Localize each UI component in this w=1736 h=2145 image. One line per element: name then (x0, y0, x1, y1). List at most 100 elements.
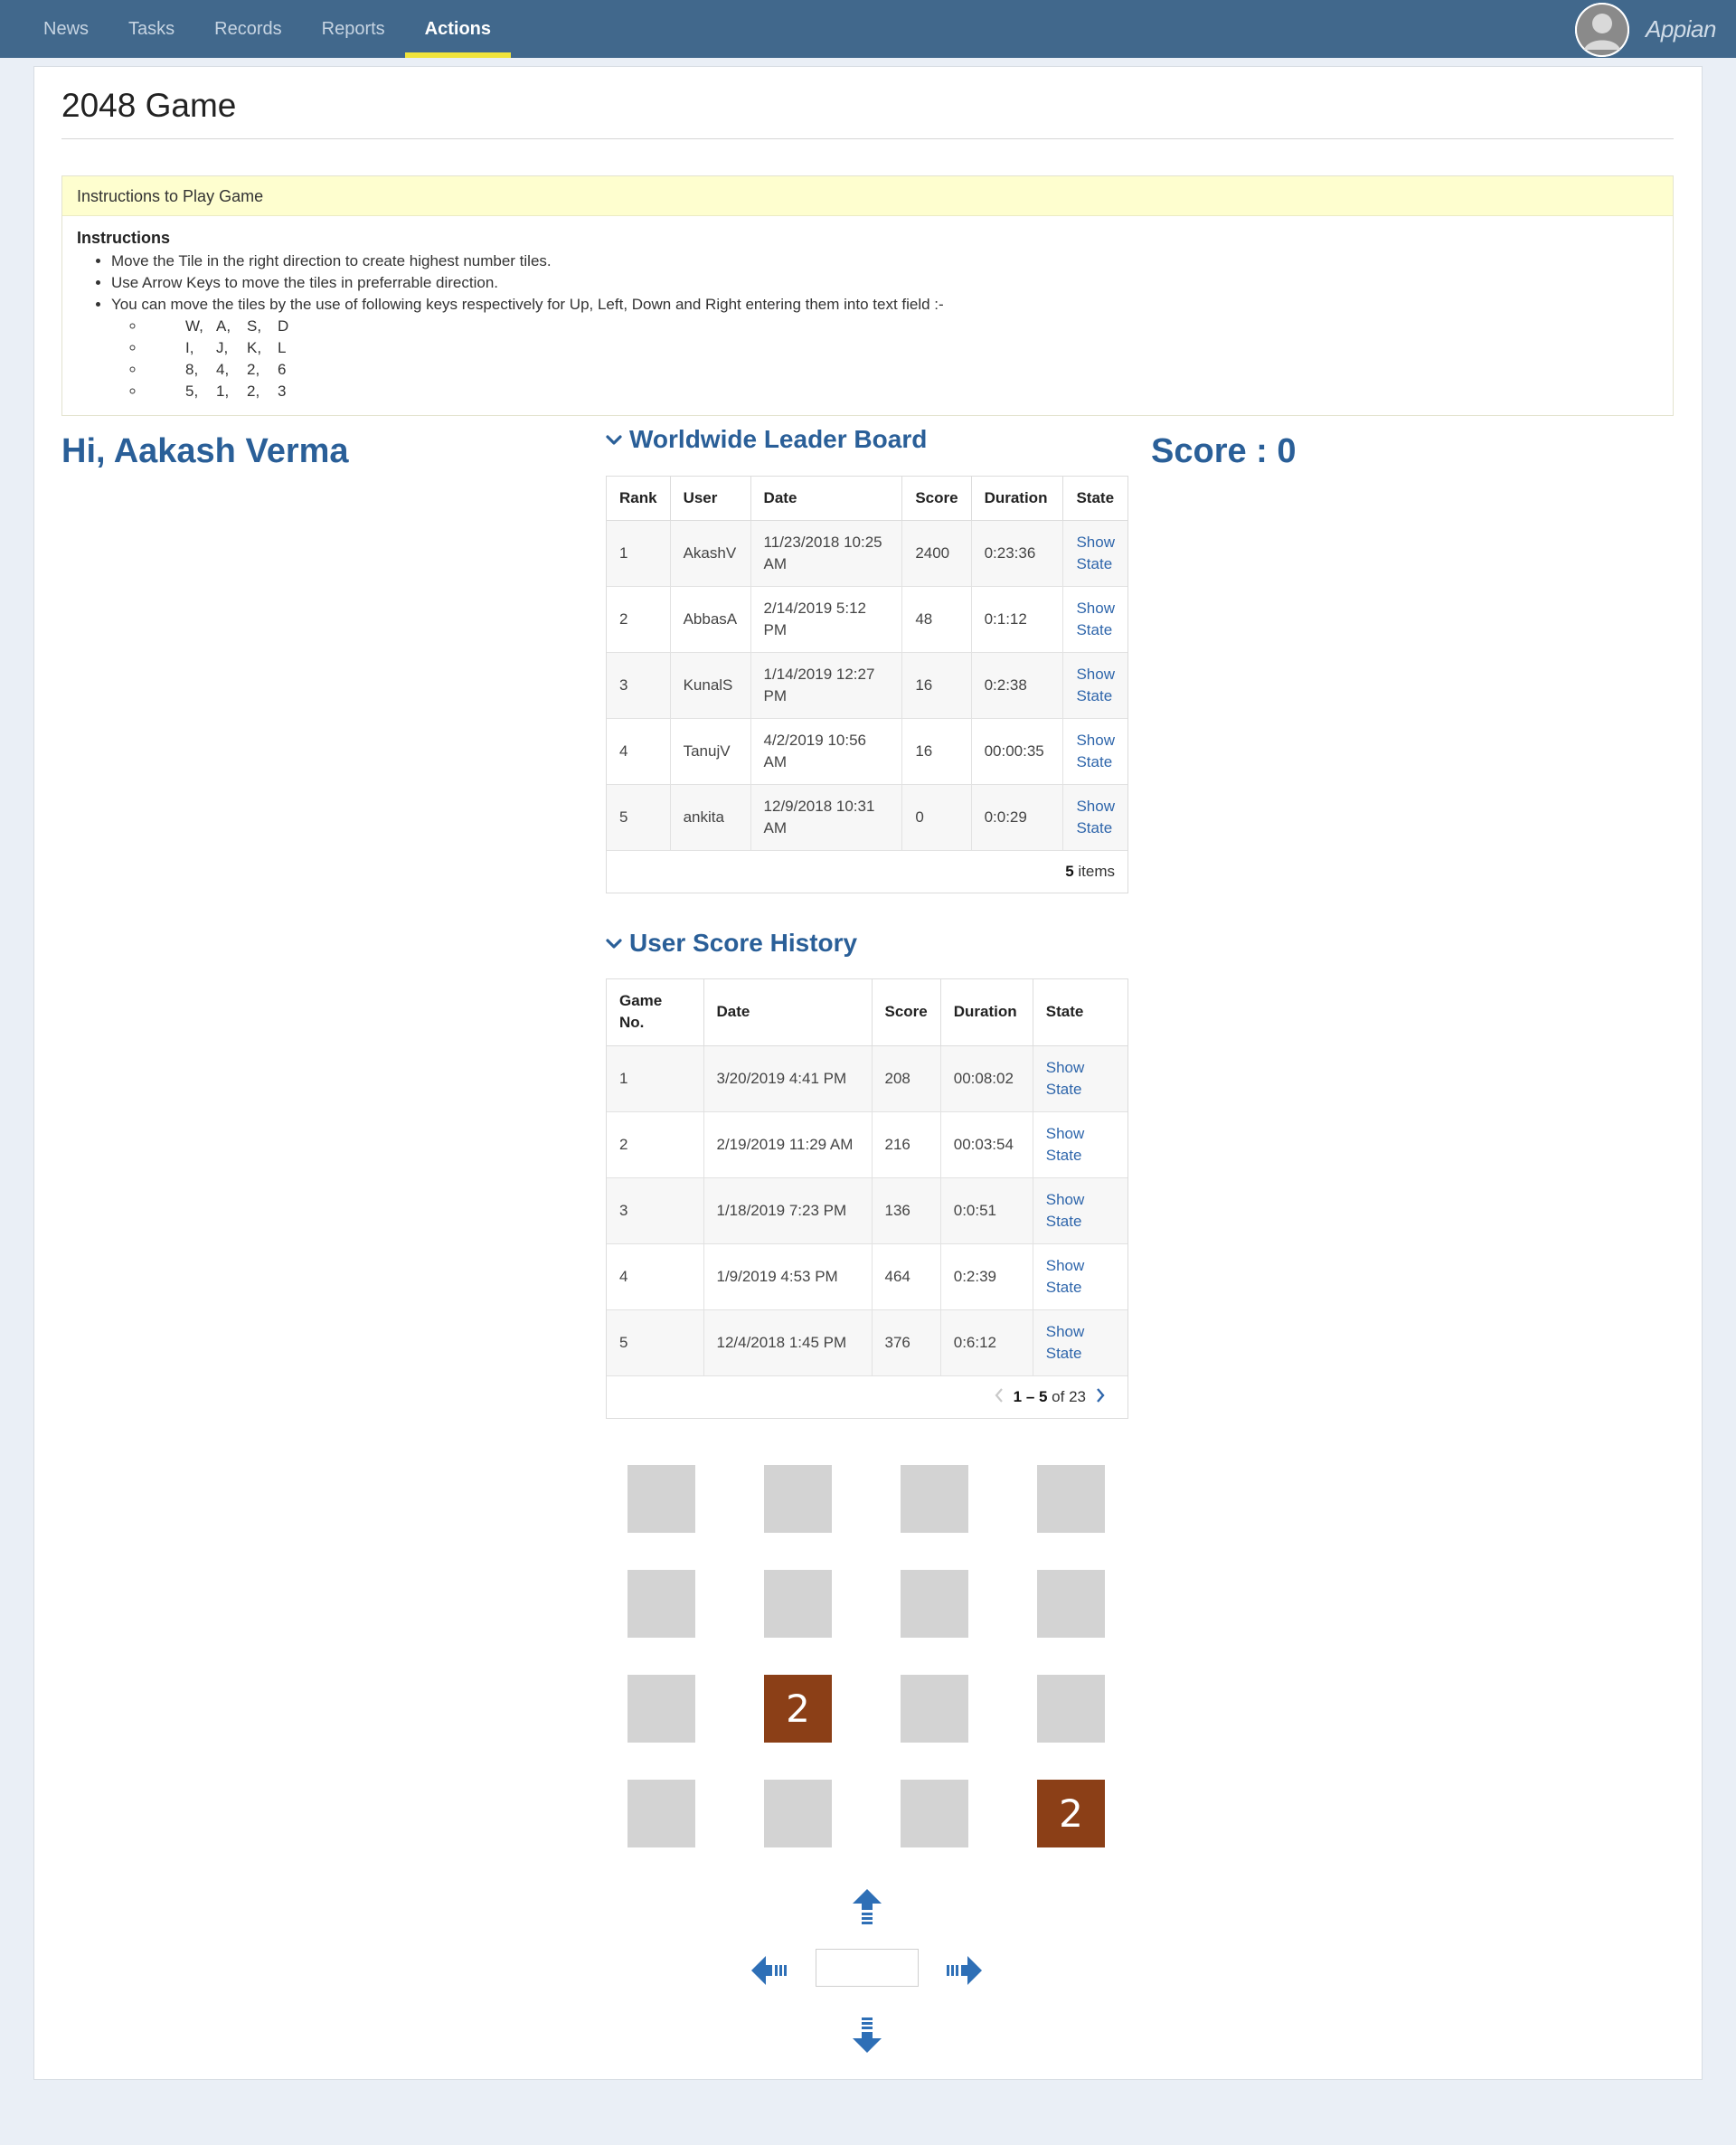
cell-duration: 0:23:36 (971, 520, 1064, 587)
cell-score: 16 (901, 718, 972, 785)
item-count-label: items (1073, 862, 1115, 880)
user-greeting: Hi, Aakash Verma (61, 432, 349, 470)
pager-total: of 23 (1047, 1387, 1086, 1405)
column-header-date[interactable]: Date (703, 979, 873, 1046)
instruction-item: Move the Tile in the right direction to … (111, 250, 1658, 272)
cell-rank: 4 (607, 718, 671, 785)
board-tile (901, 1570, 968, 1638)
history-pager: 1 – 5 of 23 (607, 1376, 1127, 1418)
cell-duration: 0:0:29 (971, 784, 1064, 851)
table-row: 3 KunalS 1/14/2019 12:27 PM 16 0:2:38 Sh… (607, 652, 1127, 719)
move-up-button[interactable] (852, 1888, 882, 1931)
pager-next-button[interactable] (1086, 1385, 1115, 1409)
board-tile: 2 (1037, 1780, 1105, 1847)
tab-records[interactable]: Records (194, 0, 301, 58)
user-avatar[interactable] (1575, 3, 1629, 57)
cell-date: 12/4/2018 1:45 PM (703, 1309, 873, 1376)
cell-user: ankita (670, 784, 751, 851)
column-header-rank[interactable]: Rank (607, 477, 671, 521)
instructions-list: Move the Tile in the right direction to … (111, 250, 1658, 402)
page-title: 2048 Game (61, 87, 237, 124)
column-header-score[interactable]: Score (872, 979, 941, 1046)
table-row: 4 TanujV 4/2/2019 10:56 AM 16 00:00:35 S… (607, 718, 1127, 785)
top-navigation-bar: News Tasks Records Reports Actions Appia… (0, 0, 1736, 58)
cell-duration: 0:2:38 (971, 652, 1064, 719)
instruction-item: You can move the tiles by the use of fol… (111, 294, 1658, 402)
board-tile (764, 1570, 832, 1638)
show-state-link[interactable]: Show State (1046, 1191, 1085, 1230)
cell-date: 3/20/2019 4:41 PM (703, 1045, 873, 1112)
cell-duration: 00:03:54 (940, 1111, 1033, 1178)
show-state-link[interactable]: Show State (1046, 1059, 1085, 1098)
table-row: 2 2/19/2019 11:29 AM 216 00:03:54 Show S… (607, 1111, 1127, 1178)
pager-previous-button[interactable] (985, 1385, 1014, 1409)
table-header-row: Game No. Date Score Duration State (607, 979, 1127, 1046)
show-state-link[interactable]: Show State (1076, 798, 1115, 836)
cell-game-no: 3 (607, 1177, 704, 1244)
board-tile (627, 1675, 695, 1743)
chevron-right-icon (1097, 1387, 1105, 1403)
history-title: User Score History (629, 929, 858, 957)
cell-game-no: 4 (607, 1243, 704, 1310)
show-state-link[interactable]: Show State (1046, 1257, 1085, 1296)
instructions-body: Instructions Move the Tile in the right … (62, 216, 1673, 413)
show-state-link[interactable]: Show State (1046, 1125, 1085, 1164)
move-left-button[interactable] (750, 1955, 788, 1990)
cell-date: 1/9/2019 4:53 PM (703, 1243, 873, 1310)
column-header-state[interactable]: State (1033, 979, 1127, 1046)
show-state-link[interactable]: Show State (1076, 600, 1115, 638)
key-set-item: I,J,K,L (146, 337, 1658, 359)
cell-score: 48 (901, 586, 972, 653)
cell-user: TanujV (670, 718, 751, 785)
show-state-link[interactable]: Show State (1076, 666, 1115, 704)
board-tile (627, 1780, 695, 1847)
show-state-link[interactable]: Show State (1046, 1323, 1085, 1362)
move-right-button[interactable] (945, 1955, 983, 1990)
show-state-link[interactable]: Show State (1076, 534, 1115, 572)
show-state-link[interactable]: Show State (1076, 732, 1115, 770)
column-header-score[interactable]: Score (901, 477, 972, 521)
board-tile (1037, 1675, 1105, 1743)
move-down-button[interactable] (852, 2016, 882, 2058)
column-header-game-no[interactable]: Game No. (607, 979, 704, 1046)
arrow-down-icon (853, 2017, 882, 2053)
cell-rank: 5 (607, 784, 671, 851)
leaderboard-section-toggle[interactable]: Worldwide Leader Board (604, 425, 927, 454)
cell-rank: 1 (607, 520, 671, 587)
tab-news[interactable]: News (24, 0, 108, 58)
cell-duration: 0:1:12 (971, 586, 1064, 653)
column-header-date[interactable]: Date (750, 477, 903, 521)
table-row: 5 12/4/2018 1:45 PM 376 0:6:12 Show Stat… (607, 1309, 1127, 1376)
user-avatar-icon (1575, 3, 1629, 57)
table-row: 3 1/18/2019 7:23 PM 136 0:0:51 Show Stat… (607, 1177, 1127, 1244)
column-header-duration[interactable]: Duration (971, 477, 1064, 521)
cell-score: 376 (872, 1309, 941, 1376)
history-section-toggle[interactable]: User Score History (604, 929, 857, 958)
column-header-user[interactable]: User (670, 477, 751, 521)
table-header-row: Rank User Date Score Duration State (607, 477, 1127, 521)
cell-game-no: 5 (607, 1309, 704, 1376)
arrow-right-icon (947, 1956, 982, 1985)
instructions-box-header: Instructions to Play Game (62, 176, 1673, 216)
cell-duration: 0:2:39 (940, 1243, 1033, 1310)
key-set-item: 5,1,2,3 (146, 381, 1658, 402)
chevron-left-icon (995, 1387, 1003, 1403)
board-tile (901, 1780, 968, 1847)
column-header-duration[interactable]: Duration (940, 979, 1033, 1046)
move-key-input[interactable] (816, 1949, 919, 1987)
key-set-item: 8,4,2,6 (146, 359, 1658, 381)
table-row: 1 AkashV 11/23/2018 10:25 AM 2400 0:23:3… (607, 520, 1127, 587)
cell-score: 464 (872, 1243, 941, 1310)
table-row: 5 ankita 12/9/2018 10:31 AM 0 0:0:29 Sho… (607, 784, 1127, 851)
cell-user: KunalS (670, 652, 751, 719)
cell-duration: 00:08:02 (940, 1045, 1033, 1112)
key-set-list: W,A,S,D I,J,K,L 8,4,2,6 5,1,2,3 (146, 316, 1658, 402)
tab-tasks[interactable]: Tasks (108, 0, 194, 58)
title-divider (61, 138, 1674, 139)
tab-reports[interactable]: Reports (302, 0, 405, 58)
instructions-heading: Instructions (77, 229, 171, 247)
board-tile (764, 1465, 832, 1533)
board-tile (901, 1465, 968, 1533)
column-header-state[interactable]: State (1062, 477, 1127, 521)
tab-actions[interactable]: Actions (404, 0, 512, 58)
